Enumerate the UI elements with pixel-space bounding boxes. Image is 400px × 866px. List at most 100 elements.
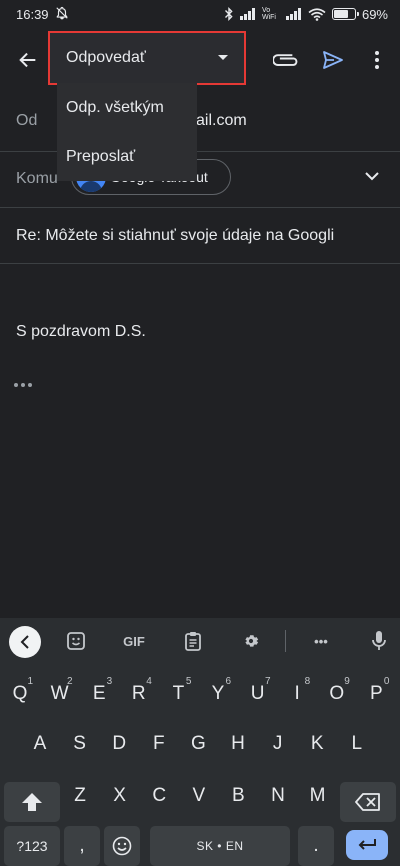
- comma-key[interactable]: ,: [64, 826, 100, 866]
- key-d[interactable]: D: [101, 724, 137, 764]
- key-label: A: [33, 733, 47, 754]
- key-z[interactable]: Z: [62, 776, 98, 816]
- key-u[interactable]: U7: [240, 674, 276, 714]
- space-key[interactable]: SK • EN: [150, 826, 290, 866]
- gif-button[interactable]: GIF: [118, 625, 150, 657]
- key-hint: 7: [265, 676, 271, 687]
- key-label: R: [131, 683, 146, 704]
- key-h[interactable]: H: [220, 724, 256, 764]
- key-q[interactable]: Q1: [2, 674, 38, 714]
- key-label: C: [152, 785, 167, 806]
- keyboard-toolbar: GIF •••: [0, 618, 400, 664]
- key-w[interactable]: W2: [42, 674, 78, 714]
- key-label: S: [73, 733, 86, 754]
- key-k[interactable]: K: [299, 724, 335, 764]
- key-c[interactable]: C: [141, 776, 177, 816]
- bluetooth-icon: [224, 7, 234, 21]
- key-label: B: [232, 785, 245, 806]
- clipboard-icon: [185, 632, 201, 651]
- menu-item-forward[interactable]: Preposlať: [57, 132, 197, 181]
- key-label: Q: [12, 683, 28, 704]
- key-label: E: [92, 683, 106, 704]
- key-t[interactable]: T5: [160, 674, 196, 714]
- voice-input-button[interactable]: [363, 625, 395, 657]
- enter-key[interactable]: [346, 830, 388, 860]
- signal-icon: [239, 8, 256, 20]
- key-b[interactable]: B: [220, 776, 256, 816]
- keyboard-collapse-button[interactable]: [9, 626, 41, 658]
- subject-field[interactable]: Re: Môžete si stiahnuť svoje údaje na Go…: [16, 227, 400, 245]
- emoji-key[interactable]: [104, 826, 140, 866]
- key-x[interactable]: X: [102, 776, 138, 816]
- status-right: Vo WiFi 69%: [224, 7, 388, 22]
- toolbar-divider: [285, 630, 286, 652]
- shift-key[interactable]: [4, 782, 60, 822]
- key-label: P: [370, 683, 383, 704]
- gear-icon: [245, 635, 259, 647]
- emoji-icon: [112, 836, 132, 856]
- back-button[interactable]: [8, 40, 48, 80]
- send-button[interactable]: [313, 40, 353, 80]
- key-s[interactable]: S: [62, 724, 98, 764]
- key-label: O: [329, 683, 345, 704]
- reply-type-selected: Odpovedať: [66, 49, 146, 66]
- backspace-icon: [355, 793, 380, 811]
- arrow-left-icon: [19, 52, 36, 68]
- sticker-button[interactable]: [60, 625, 92, 657]
- key-hint: 6: [225, 676, 231, 687]
- paperclip-icon: [273, 54, 298, 66]
- key-e[interactable]: E3: [81, 674, 117, 714]
- key-label: W: [50, 683, 69, 704]
- wifi-icon: [308, 7, 326, 21]
- key-n[interactable]: N: [260, 776, 296, 816]
- key-f[interactable]: F: [141, 724, 177, 764]
- key-label: T: [172, 683, 185, 704]
- battery-fill: [333, 10, 348, 18]
- key-y[interactable]: Y6: [200, 674, 236, 714]
- expand-recipients-button[interactable]: [356, 160, 388, 192]
- key-g[interactable]: G: [180, 724, 216, 764]
- key-label: U: [250, 683, 265, 704]
- settings-button[interactable]: [235, 625, 267, 657]
- backspace-key[interactable]: [340, 782, 396, 822]
- enter-icon: [358, 839, 376, 850]
- period-key[interactable]: .: [298, 826, 334, 866]
- key-label: Z: [74, 785, 86, 806]
- key-label: L: [351, 733, 363, 754]
- sticker-icon: [67, 632, 85, 650]
- key-hint: 1: [27, 676, 33, 687]
- key-o[interactable]: O9: [319, 674, 355, 714]
- more-tools-button[interactable]: •••: [305, 625, 337, 657]
- subject-row[interactable]: Re: Môžete si stiahnuť svoje údaje na Go…: [0, 208, 400, 264]
- key-hint: 8: [304, 676, 311, 687]
- menu-item-reply-all[interactable]: Odp. všetkým: [57, 83, 197, 132]
- key-j[interactable]: J: [260, 724, 296, 764]
- message-body[interactable]: S pozdravom D.S.: [16, 323, 146, 341]
- key-l[interactable]: L: [339, 724, 375, 764]
- key-label: I: [294, 683, 300, 704]
- symbols-key[interactable]: ?123: [4, 826, 60, 866]
- key-r[interactable]: R4: [121, 674, 157, 714]
- clipboard-button[interactable]: [177, 625, 209, 657]
- signal-icon-2: [285, 8, 302, 20]
- key-p[interactable]: P0: [358, 674, 394, 714]
- key-label: J: [272, 733, 283, 754]
- show-quoted-text-button[interactable]: [14, 377, 36, 393]
- caret-down-icon: [218, 55, 228, 60]
- attach-button[interactable]: [266, 40, 306, 80]
- keyboard: GIF ••• Q1W2E3R4T5Y6U7I8O9P0 ASDFGHJKL Z…: [0, 618, 400, 866]
- key-m[interactable]: M: [300, 776, 336, 816]
- key-label: V: [192, 785, 206, 806]
- more-options-button[interactable]: [357, 40, 397, 80]
- send-icon: [323, 51, 343, 69]
- key-i[interactable]: I8: [279, 674, 315, 714]
- to-label: Komu: [16, 170, 58, 187]
- key-label: D: [112, 733, 127, 754]
- key-label: G: [191, 733, 206, 754]
- key-label: Y: [211, 683, 225, 704]
- key-a[interactable]: A: [22, 724, 58, 764]
- key-v[interactable]: V: [181, 776, 217, 816]
- reply-type-dropdown[interactable]: Odpovedať: [48, 31, 246, 85]
- key-label: M: [309, 785, 326, 806]
- shift-icon: [22, 793, 42, 811]
